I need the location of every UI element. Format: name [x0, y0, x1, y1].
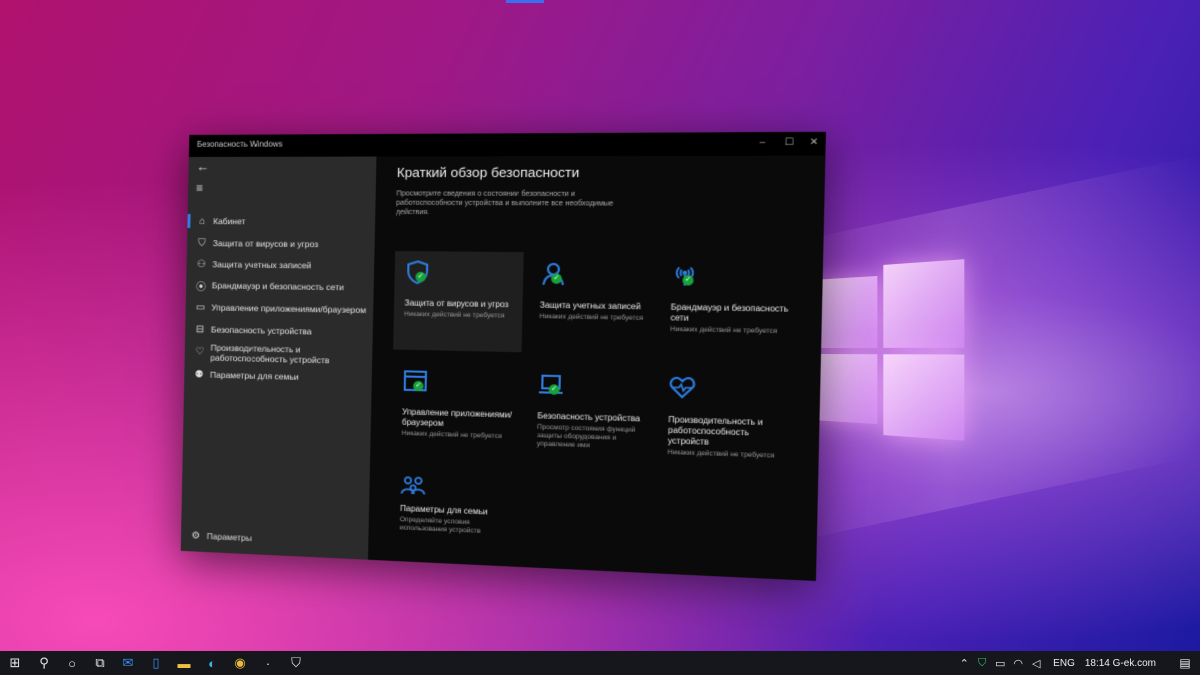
network-icon: ⦿ [195, 281, 207, 293]
tile-title: Брандмауэр и безопасность сети [670, 302, 789, 323]
person-icon: ⚇ [196, 258, 206, 270]
tile-title: Безопасность устройства [537, 411, 641, 424]
battery-icon[interactable]: ▭ [991, 657, 1009, 670]
app-dot-icon[interactable]: · [254, 651, 282, 675]
tile-status: Никаких действий не требуется [401, 429, 502, 441]
sidebar-item-label: Параметры для семьи [209, 369, 299, 382]
close-button[interactable]: ✕ [810, 136, 819, 148]
windows-logo-wallpaper [812, 259, 965, 441]
sidebar-item-family-options[interactable]: ⚉ Параметры для семьи [184, 364, 372, 389]
shield-icon: ⛉ [198, 237, 206, 249]
laptop-icon: ⊟ [195, 323, 205, 335]
sidebar-item-label: Управление приложениями/браузером [211, 302, 367, 316]
maximize-button[interactable]: ☐ [784, 136, 793, 148]
search-icon[interactable]: ⚲ [30, 651, 58, 675]
tile-title: Производительность и работоспособность у… [667, 414, 763, 447]
sidebar-item-home[interactable]: ⌂ Кабинет [187, 211, 375, 232]
sidebar-item-label: Безопасность устройства [210, 324, 312, 337]
tile-status: Определяйте условия использования устрой… [399, 516, 481, 535]
sidebar-item-label: Защита учетных записей [212, 259, 312, 271]
volume-icon[interactable]: ◁ [1027, 657, 1045, 670]
sidebar-item-label: Кабинет [213, 216, 246, 227]
windows-security-icon[interactable]: ⛉ [282, 651, 310, 675]
tile-virus-protection[interactable]: ✓ Защита от вирусов и угроз Никаких дейс… [393, 250, 524, 353]
minimize-button[interactable]: – [759, 136, 765, 147]
tile-title: Защита от вирусов и угроз [404, 298, 509, 310]
sidebar-item-app-browser[interactable]: ▭ Управление приложениями/браузером [186, 297, 374, 320]
sidebar-item-account-protection[interactable]: ⚇ Защита учетных записей [186, 254, 374, 276]
family-icon: ⚉ [194, 368, 204, 380]
top-edge-accent [506, 0, 544, 3]
start-icon[interactable]: ⊞ [0, 651, 30, 675]
task-view-icon[interactable]: ⧉ [86, 651, 114, 675]
windows-security-window: Безопасность Windows – ☐ ✕ ← ≡ ⌂ Кабинет… [180, 131, 826, 581]
sidebar-item-label: Параметры [206, 531, 252, 544]
tile-app-browser[interactable]: ✓ Управление приложениями/браузером Ника… [391, 360, 522, 463]
sidebar-item-label: Защита от вирусов и угроз [212, 238, 319, 250]
heart-icon: ♡ [195, 346, 205, 358]
back-button[interactable]: ← [196, 159, 209, 174]
title-bar: Безопасность Windows – ☐ ✕ [188, 131, 826, 157]
security-tray-icon[interactable]: ⛉ [973, 657, 991, 670]
family-icon [400, 473, 426, 499]
phone-icon[interactable]: ▯ [142, 651, 170, 675]
system-tray: ⌃ ⛉ ▭ ◠ ◁ ENG 18:14 G-ek.com ▤ [955, 651, 1200, 675]
page-description: Просмотрите сведения о состоянии безопас… [395, 190, 614, 217]
language-indicator[interactable]: ENG [1053, 658, 1075, 669]
notifications-icon[interactable]: ▤ [1170, 656, 1200, 670]
tile-status: Никаких действий не требуется [539, 312, 644, 323]
tile-firewall[interactable]: ✓ Брандмауэр и безопасность сети Никаких… [659, 253, 798, 358]
chevron-up-icon[interactable]: ⌃ [955, 657, 973, 670]
tile-family-options[interactable]: Параметры для семьи Определяйте условия … [389, 464, 520, 569]
sidebar-item-settings[interactable]: ⚙ Параметры [181, 525, 252, 548]
tile-status: Никаких действий не требуется [667, 448, 775, 460]
window-title: Безопасность Windows [196, 139, 283, 149]
logo-pane [812, 354, 878, 425]
logo-pane [883, 354, 965, 441]
sidebar-item-virus-protection[interactable]: ⛉ Защита от вирусов и угроз [187, 233, 375, 255]
edge-icon[interactable]: ◐ [198, 651, 226, 675]
page-title: Краткий обзор безопасности [396, 164, 580, 181]
mail-icon[interactable]: ✉ [114, 651, 142, 675]
file-explorer-icon[interactable]: ▬ [170, 651, 198, 675]
wifi-icon[interactable]: ◠ [1009, 657, 1027, 670]
tile-account-protection[interactable]: ✓ Защита учетных записей Никаких действи… [528, 252, 663, 355]
cortana-icon[interactable]: ○ [58, 651, 86, 675]
home-icon: ⌂ [199, 215, 206, 227]
hamburger-menu-button[interactable]: ≡ [196, 181, 203, 195]
tile-title: Защита учетных записей [539, 300, 641, 312]
sidebar-item-label: Производительность и работоспособность у… [210, 342, 330, 366]
tile-device-security[interactable]: ✓ Безопасность устройства Просмотр состо… [526, 363, 661, 468]
sidebar-item-firewall[interactable]: ⦿ Брандмауэр и безопасность сети [186, 275, 374, 298]
sidebar-item-label: Брандмауэр и безопасность сети [211, 280, 344, 293]
gear-icon: ⚙ [191, 529, 201, 542]
main-content: Краткий обзор безопасности Просмотрите с… [367, 155, 826, 581]
clock[interactable]: 18:14 G-ek.com [1085, 658, 1156, 669]
heart-icon [669, 375, 696, 401]
tile-title: Управление приложениями/браузером [401, 407, 513, 429]
sidebar: ← ≡ ⌂ Кабинет ⛉ Защита от вирусов и угро… [180, 156, 377, 560]
app-browser-icon: ▭ [195, 301, 206, 313]
taskbar: ⊞ ⚲ ○ ⧉ ✉ ▯ ▬ ◐ ◉ · ⛉ ⌃ ⛉ ▭ ◠ ◁ ENG 18:1… [0, 651, 1200, 675]
logo-pane [883, 259, 965, 348]
tile-status: Просмотр состояния функций защиты оборуд… [536, 423, 636, 450]
chrome-icon[interactable]: ◉ [226, 651, 254, 675]
tile-status: Никаких действий не требуется [404, 310, 505, 320]
tile-device-performance[interactable]: Производительность и работоспособность у… [656, 366, 795, 472]
tile-status: Никаких действий не требуется [670, 325, 778, 336]
